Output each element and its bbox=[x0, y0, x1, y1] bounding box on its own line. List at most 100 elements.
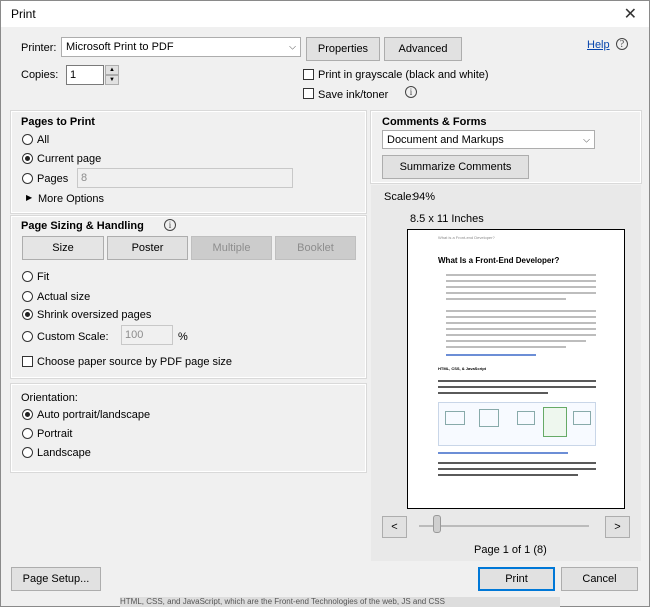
custom-scale-label: Custom Scale: bbox=[37, 331, 109, 343]
text-line bbox=[438, 392, 548, 394]
comments-select-value: Document and Markups bbox=[387, 133, 504, 146]
page-subheading-text: HTML, CSS, & JavaScript bbox=[438, 366, 487, 371]
diagram-box bbox=[479, 409, 499, 427]
scale-label: Scale: bbox=[384, 191, 415, 203]
chevron-down-icon: ⌵ bbox=[289, 41, 296, 52]
previous-page-button[interactable]: < bbox=[382, 516, 407, 538]
printer-select-value: Microsoft Print to PDF bbox=[66, 41, 174, 53]
text-line bbox=[446, 322, 596, 324]
diagram-box bbox=[543, 407, 567, 437]
page-slider-thumb[interactable] bbox=[433, 515, 441, 533]
text-line bbox=[438, 474, 578, 476]
paper-size-label: 8.5 x 11 Inches bbox=[410, 213, 484, 225]
page-title-text: What Is a Front-End Developer? bbox=[438, 256, 560, 265]
printer-select[interactable]: Microsoft Print to PDF ⌵ bbox=[61, 37, 301, 57]
size-button[interactable]: Size bbox=[22, 236, 104, 260]
landscape-label: Landscape bbox=[37, 447, 91, 459]
text-line bbox=[446, 286, 596, 288]
info-icon[interactable]: i bbox=[405, 86, 417, 98]
help-icon[interactable]: ? bbox=[616, 38, 628, 50]
actual-size-radio[interactable] bbox=[22, 291, 33, 302]
fit-label: Fit bbox=[37, 271, 50, 283]
custom-scale-input[interactable]: 100 bbox=[121, 325, 173, 345]
close-icon[interactable]: ✕ bbox=[624, 4, 637, 24]
text-line bbox=[446, 334, 596, 336]
copies-value: 1 bbox=[70, 69, 77, 81]
page-sizing-heading: Page Sizing & Handling bbox=[21, 220, 144, 232]
text-line bbox=[446, 292, 596, 294]
page-setup-button[interactable]: Page Setup... bbox=[11, 567, 101, 591]
page-header-text: What is a Front-end Developer? bbox=[438, 235, 495, 240]
paper-source-checkbox[interactable] bbox=[22, 356, 33, 367]
text-line bbox=[446, 310, 596, 312]
expand-triangle-icon[interactable]: ▶ bbox=[26, 193, 32, 202]
preview-page: What is a Front-end Developer? What Is a… bbox=[407, 229, 625, 509]
pages-range-input[interactable]: 8 bbox=[77, 168, 293, 188]
advanced-button[interactable]: Advanced bbox=[384, 37, 462, 61]
diagram-box bbox=[573, 411, 591, 425]
comments-forms-heading: Comments & Forms bbox=[382, 116, 487, 128]
booklet-button[interactable]: Booklet bbox=[275, 236, 356, 260]
copies-label: Copies: bbox=[21, 69, 59, 81]
properties-button[interactable]: Properties bbox=[306, 37, 380, 61]
text-line bbox=[446, 346, 566, 348]
custom-scale-value: 100 bbox=[125, 329, 144, 341]
background-document-text: HTML, CSS, and JavaScript, which are the… bbox=[120, 597, 560, 607]
comments-select[interactable]: Document and Markups ⌵ bbox=[382, 130, 595, 149]
shrink-oversized-radio[interactable] bbox=[22, 309, 33, 320]
diagram-image bbox=[438, 402, 596, 446]
grayscale-label: Print in grayscale (black and white) bbox=[318, 69, 489, 81]
grayscale-checkbox[interactable] bbox=[303, 69, 314, 80]
text-line bbox=[446, 280, 596, 282]
save-ink-label: Save ink/toner bbox=[318, 89, 389, 101]
printer-label: Printer: bbox=[21, 42, 57, 54]
scale-value: 94% bbox=[413, 191, 436, 203]
percent-label: % bbox=[178, 331, 188, 343]
pages-radio[interactable] bbox=[22, 173, 33, 184]
text-line bbox=[446, 298, 566, 300]
text-line bbox=[446, 340, 586, 342]
text-line bbox=[446, 274, 596, 276]
pages-label: Pages bbox=[37, 173, 69, 185]
summarize-comments-button[interactable]: Summarize Comments bbox=[382, 155, 529, 179]
print-dialog: Print ✕ Printer: Microsoft Print to PDF … bbox=[0, 0, 650, 607]
copies-input[interactable]: 1 bbox=[66, 65, 104, 85]
info-icon[interactable]: i bbox=[164, 219, 176, 231]
fit-radio[interactable] bbox=[22, 271, 33, 282]
text-line bbox=[438, 462, 596, 464]
help-link[interactable]: Help bbox=[587, 39, 610, 51]
text-line bbox=[438, 468, 596, 470]
save-ink-checkbox[interactable] bbox=[303, 88, 314, 99]
paper-source-label: Choose paper source by PDF page size bbox=[37, 356, 233, 368]
copies-up-button[interactable]: ▲ bbox=[105, 65, 119, 75]
print-button[interactable]: Print bbox=[478, 567, 555, 591]
shrink-oversized-label: Shrink oversized pages bbox=[37, 309, 152, 321]
cancel-button[interactable]: Cancel bbox=[561, 567, 638, 591]
page-indicator: Page 1 of 1 (8) bbox=[474, 544, 547, 556]
title-bar: Print ✕ bbox=[1, 1, 649, 27]
chevron-down-icon: ⌵ bbox=[583, 134, 590, 144]
all-pages-label: All bbox=[37, 134, 50, 146]
auto-orientation-radio[interactable] bbox=[22, 409, 33, 420]
next-page-button[interactable]: > bbox=[605, 516, 630, 538]
window-title: Print bbox=[11, 7, 36, 21]
link-line bbox=[438, 452, 568, 454]
pages-range-value: 8 bbox=[81, 172, 88, 184]
all-pages-radio[interactable] bbox=[22, 134, 33, 145]
multiple-button[interactable]: Multiple bbox=[191, 236, 272, 260]
landscape-radio[interactable] bbox=[22, 447, 33, 458]
pages-to-print-heading: Pages to Print bbox=[21, 116, 95, 128]
orientation-heading: Orientation: bbox=[21, 392, 78, 404]
more-options-toggle[interactable]: More Options bbox=[38, 193, 104, 205]
copies-down-button[interactable]: ▼ bbox=[105, 75, 119, 85]
page-slider-track[interactable] bbox=[419, 525, 589, 527]
current-page-radio[interactable] bbox=[22, 153, 33, 164]
text-line bbox=[446, 328, 596, 330]
custom-scale-radio[interactable] bbox=[22, 331, 33, 342]
text-line bbox=[438, 380, 596, 382]
diagram-box bbox=[517, 411, 535, 425]
current-page-label: Current page bbox=[37, 153, 102, 165]
poster-button[interactable]: Poster bbox=[107, 236, 188, 260]
link-line bbox=[446, 354, 536, 356]
portrait-radio[interactable] bbox=[22, 428, 33, 439]
